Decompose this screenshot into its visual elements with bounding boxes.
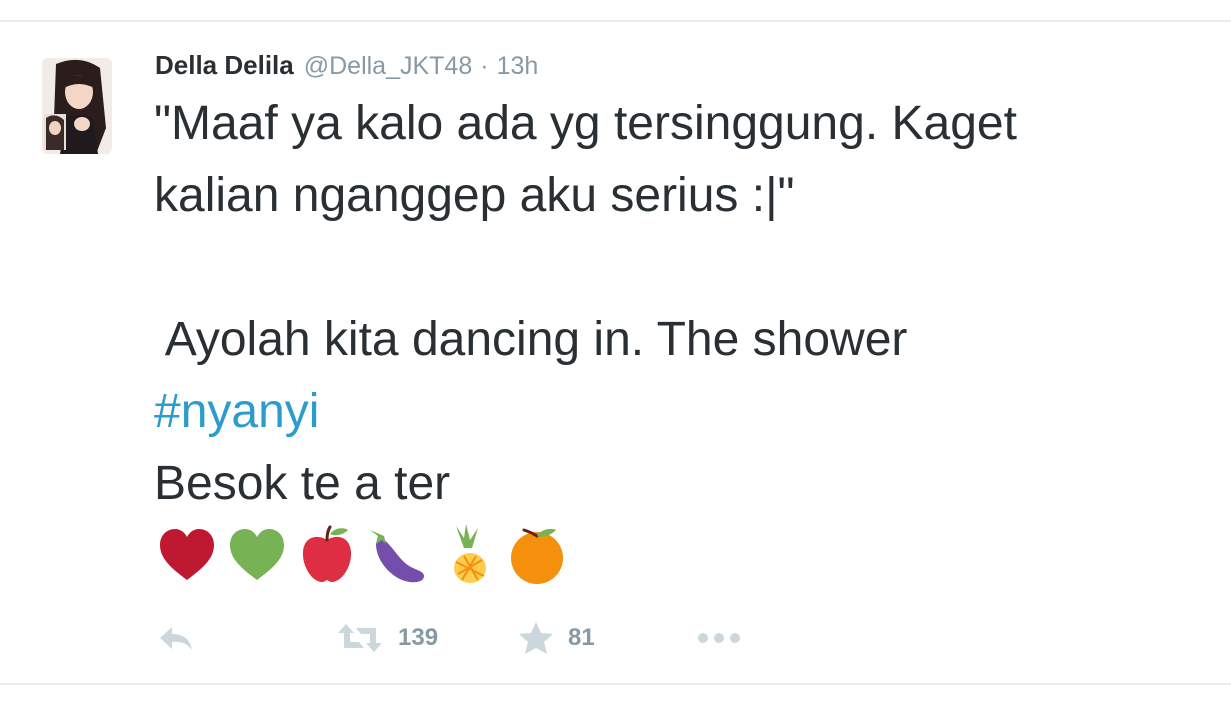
- tweet-text-line-2: kalian nganggep aku serius :|": [154, 169, 795, 222]
- author-fullname[interactable]: Della Delila: [155, 50, 294, 81]
- favorite-button[interactable]: 81: [518, 616, 595, 660]
- tweet-text-line-3: Ayolah kita dancing in. The shower: [154, 313, 908, 366]
- hashtag-link[interactable]: #nyanyi: [154, 382, 319, 442]
- eggplant-icon: [370, 530, 424, 583]
- tweet-header: Della Delila @Della_JKT48 · 13h: [155, 50, 538, 84]
- more-dots-icon: [698, 633, 740, 643]
- retweet-button[interactable]: 139: [336, 616, 438, 660]
- favorite-count: 81: [568, 624, 595, 651]
- retweet-icon: [338, 624, 382, 652]
- tangerine-icon: [511, 528, 563, 584]
- red-heart-icon: [160, 529, 214, 580]
- green-heart-icon: [230, 529, 284, 580]
- tweet-text-line-5: Besok te a ter: [154, 457, 451, 510]
- pineapple-icon: [454, 524, 486, 583]
- bottom-divider: [0, 683, 1231, 685]
- more-button[interactable]: [696, 616, 742, 660]
- tweet-text-line-1: "Maaf ya kalo ada yg tersinggung. Kaget: [154, 97, 1017, 150]
- reply-icon: [160, 627, 192, 650]
- avatar[interactable]: [42, 58, 112, 154]
- tweet-timestamp[interactable]: 13h: [497, 52, 539, 81]
- author-username[interactable]: @Della_JKT48: [304, 52, 473, 81]
- reply-button[interactable]: [156, 616, 196, 660]
- emoji-row: [154, 522, 574, 588]
- retweet-count: 139: [398, 624, 439, 651]
- star-icon: [519, 622, 553, 654]
- header-separator: ·: [480, 52, 489, 80]
- top-divider: [0, 20, 1231, 22]
- avatar-photo: [42, 58, 112, 154]
- red-apple-icon: [302, 525, 352, 582]
